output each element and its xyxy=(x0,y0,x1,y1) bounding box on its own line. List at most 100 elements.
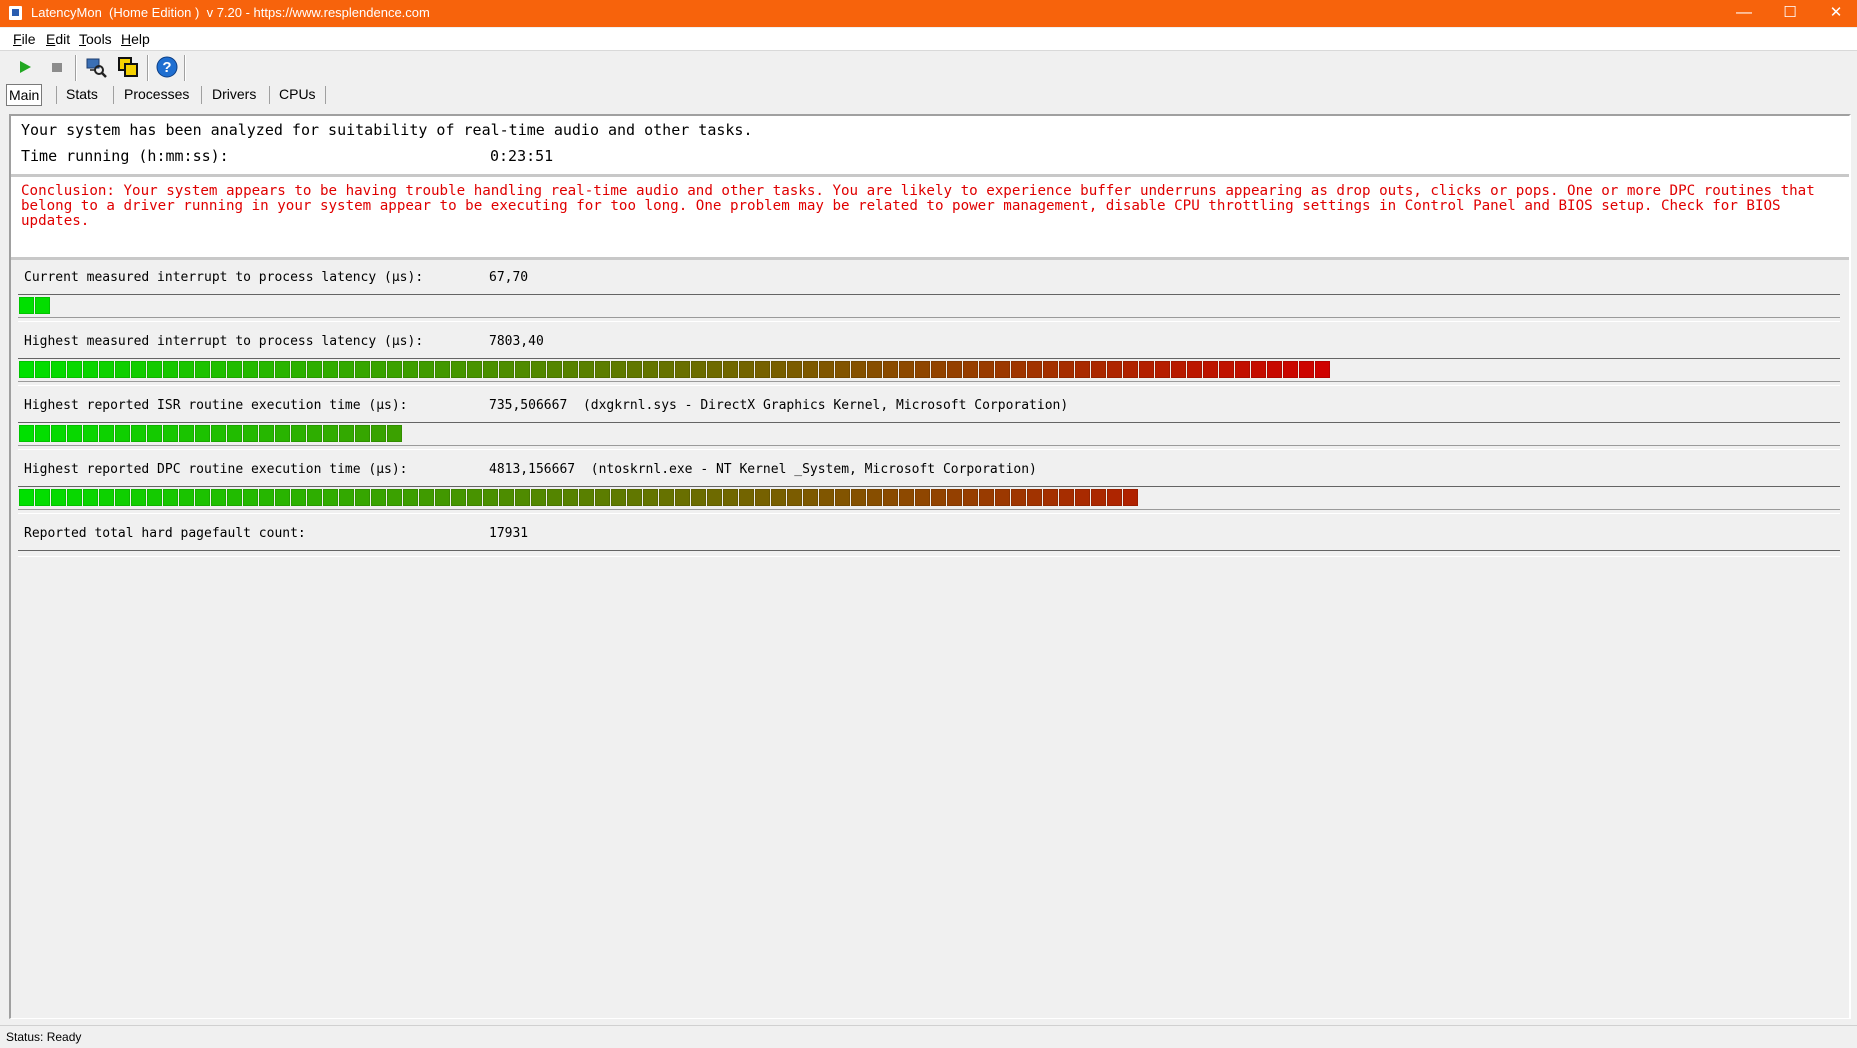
system-info-button[interactable] xyxy=(83,55,109,79)
level-segment xyxy=(707,361,722,378)
current-latency-label: Current measured interrupt to process la… xyxy=(24,270,424,285)
level-segment xyxy=(275,425,290,442)
level-segment xyxy=(643,489,658,506)
level-segment xyxy=(163,489,178,506)
level-segment xyxy=(243,489,258,506)
tab-strip: Main Stats Processes Drivers CPUs xyxy=(0,81,1857,108)
level-segment xyxy=(131,489,146,506)
level-segment xyxy=(35,425,50,442)
level-segment xyxy=(899,361,914,378)
level-segment xyxy=(387,425,402,442)
tab-stats[interactable]: Stats xyxy=(64,83,100,105)
level-segment xyxy=(323,425,338,442)
level-segment xyxy=(371,361,386,378)
level-segment xyxy=(83,425,98,442)
level-segment xyxy=(579,489,594,506)
level-segment xyxy=(563,361,578,378)
level-segment xyxy=(419,489,434,506)
title-bar: LatencyMon (Home Edition ) v 7.20 - http… xyxy=(0,0,1857,27)
close-button[interactable]: ✕ xyxy=(1813,0,1857,27)
tab-main[interactable]: Main xyxy=(6,84,43,106)
level-segment xyxy=(1043,361,1058,378)
tab-processes[interactable]: Processes xyxy=(122,83,191,105)
tab-cpus[interactable]: CPUs xyxy=(277,83,318,105)
menu-file[interactable]: File xyxy=(13,31,36,47)
level-bar-fill xyxy=(19,361,1331,378)
level-segment xyxy=(1267,361,1282,378)
maximize-button[interactable]: ☐ xyxy=(1767,0,1813,27)
menu-tools[interactable]: Tools xyxy=(79,31,112,47)
level-segment xyxy=(339,425,354,442)
level-segment xyxy=(1043,489,1058,506)
level-segment xyxy=(819,489,834,506)
level-segment xyxy=(227,489,242,506)
level-segment xyxy=(1203,361,1218,378)
level-segment xyxy=(531,361,546,378)
level-segment xyxy=(851,489,866,506)
current-latency-value: 67,70 xyxy=(489,270,529,285)
level-segment xyxy=(403,361,418,378)
status-text: Status: Ready xyxy=(6,1030,82,1044)
level-segment xyxy=(147,489,162,506)
level-segment xyxy=(755,489,770,506)
level-segment xyxy=(1107,489,1122,506)
level-segment xyxy=(1011,489,1026,506)
analysis-summary: Your system has been analyzed for suitab… xyxy=(21,121,753,139)
level-segment xyxy=(291,489,306,506)
level-segment xyxy=(275,361,290,378)
level-segment xyxy=(595,361,610,378)
level-segment xyxy=(483,361,498,378)
level-segment xyxy=(307,425,322,442)
level-segment xyxy=(531,489,546,506)
level-segment xyxy=(195,425,210,442)
level-segment xyxy=(355,425,370,442)
level-segment xyxy=(675,361,690,378)
level-segment xyxy=(707,489,722,506)
level-segment xyxy=(867,489,882,506)
level-segment xyxy=(371,425,386,442)
level-segment xyxy=(211,425,226,442)
stop-icon xyxy=(52,63,62,72)
level-segment xyxy=(995,489,1010,506)
tab-separator xyxy=(269,86,270,104)
minimize-button[interactable]: — xyxy=(1721,0,1767,27)
menu-edit[interactable]: Edit xyxy=(46,31,70,47)
level-segment xyxy=(19,361,34,378)
isr-time-label: Highest reported ISR routine execution t… xyxy=(24,398,408,413)
tab-drivers[interactable]: Drivers xyxy=(210,83,258,105)
stop-button[interactable] xyxy=(44,55,70,79)
level-segment xyxy=(1235,361,1250,378)
start-button[interactable] xyxy=(12,55,38,79)
level-segment xyxy=(35,361,50,378)
level-segment xyxy=(611,361,626,378)
level-segment xyxy=(1107,361,1122,378)
help-button[interactable]: ? xyxy=(154,55,180,79)
level-segment xyxy=(179,489,194,506)
current-latency-bar xyxy=(18,294,1840,322)
level-segment xyxy=(1283,361,1298,378)
level-segment xyxy=(179,425,194,442)
level-segment xyxy=(1187,361,1202,378)
level-segment xyxy=(995,361,1010,378)
conclusion-text: Conclusion: Your system appears to be ha… xyxy=(21,183,1815,229)
level-segment xyxy=(307,361,322,378)
level-segment xyxy=(723,489,738,506)
level-segment xyxy=(1059,361,1074,378)
main-panel: Your system has been analyzed for suitab… xyxy=(9,114,1851,1019)
level-segment xyxy=(691,489,706,506)
level-segment xyxy=(35,297,50,314)
menu-help[interactable]: Help xyxy=(121,31,150,47)
dpc-time-label: Highest reported DPC routine execution t… xyxy=(24,462,408,477)
level-segment xyxy=(691,361,706,378)
level-segment xyxy=(563,489,578,506)
level-segment xyxy=(835,361,850,378)
level-segment xyxy=(755,361,770,378)
level-segment xyxy=(1123,489,1138,506)
level-segment xyxy=(83,361,98,378)
level-segment xyxy=(147,425,162,442)
copy-report-button[interactable] xyxy=(115,55,141,79)
level-segment xyxy=(403,489,418,506)
level-segment xyxy=(35,489,50,506)
level-segment xyxy=(1091,361,1106,378)
level-segment xyxy=(547,361,562,378)
